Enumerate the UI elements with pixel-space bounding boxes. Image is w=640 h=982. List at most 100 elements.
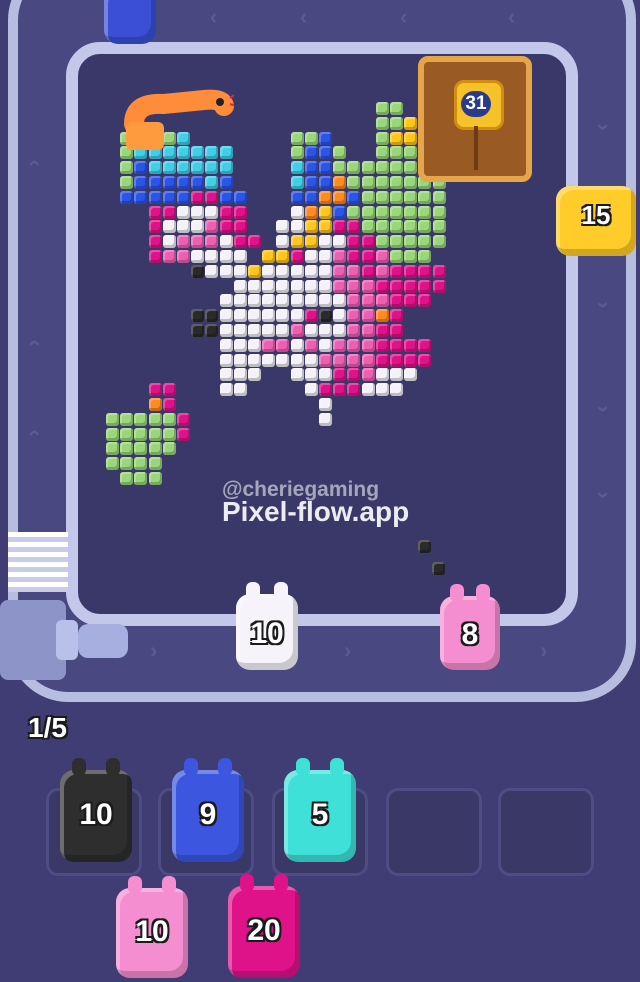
black-pig-queued[interactable]: 10 — [60, 758, 132, 862]
pixel-block — [162, 161, 176, 175]
pixel-block — [248, 279, 261, 293]
blue-shooter-top[interactable] — [104, 0, 156, 44]
pixel-block — [248, 235, 261, 249]
pixel-block — [262, 279, 276, 293]
pixel-block — [418, 235, 432, 249]
pixel-block — [347, 353, 361, 367]
pixel-block — [148, 190, 162, 204]
pixel-block — [205, 264, 219, 278]
pixel-block — [319, 412, 332, 426]
pixel-block — [333, 324, 347, 337]
pixel-block — [177, 190, 190, 204]
pixel-block — [432, 562, 445, 575]
pixel-block — [233, 205, 247, 219]
pixel-block — [390, 383, 403, 397]
pixel-block — [404, 338, 418, 352]
pixel-block — [404, 294, 418, 308]
pixel-block — [191, 235, 205, 249]
pixel-block — [233, 309, 247, 323]
pixel-block — [361, 235, 375, 249]
pixel-block — [319, 264, 332, 278]
chevron-left-icon: ‹ — [210, 4, 218, 29]
pixel-block — [361, 161, 375, 175]
pixel-block — [177, 205, 190, 219]
chevron-up-icon: ‹ — [588, 123, 614, 131]
pixel-block — [290, 338, 304, 352]
pixel-block — [219, 264, 233, 278]
pixel-block — [347, 161, 361, 175]
pixel-block — [333, 161, 347, 175]
pixel-block — [233, 294, 247, 308]
pixel-block — [219, 220, 233, 234]
pixel-block — [333, 264, 347, 278]
pixel-block — [148, 176, 162, 189]
pixel-block — [248, 324, 261, 337]
pixel-block — [177, 412, 190, 426]
pixel-block — [290, 324, 304, 337]
pixel-block — [347, 368, 361, 382]
pixel-block — [120, 161, 134, 175]
pixel-block — [148, 383, 162, 397]
locked-chest[interactable]: 31 — [418, 56, 532, 182]
pixel-block — [390, 190, 403, 204]
pixel-block — [276, 338, 290, 352]
pixel-block — [162, 205, 176, 219]
pixel-block — [319, 279, 332, 293]
pixel-block — [304, 324, 318, 337]
pixel-block — [361, 250, 375, 263]
pixel-block — [205, 205, 219, 219]
pixel-block — [120, 427, 134, 441]
pink-shooter-belt[interactable]: 8 — [440, 584, 500, 670]
blue-pig-queued[interactable]: 9 — [172, 758, 244, 862]
pixel-block — [290, 294, 304, 308]
pixel-block — [276, 220, 290, 234]
pixel-block — [304, 146, 318, 160]
pixel-block — [375, 102, 389, 115]
pixel-block — [262, 324, 276, 337]
pixel-block — [375, 176, 389, 189]
cyan-pig-queued[interactable]: 5 — [284, 758, 356, 862]
pixel-block — [375, 205, 389, 219]
pixel-block — [233, 338, 247, 352]
pixel-block — [304, 190, 318, 204]
pixel-block — [219, 309, 233, 323]
pixel-block — [219, 205, 233, 219]
pixel-block — [404, 146, 418, 160]
pixel-block — [219, 353, 233, 367]
chest-count: 31 — [461, 91, 491, 117]
pixel-block — [361, 264, 375, 278]
yellow-shooter-right[interactable]: 15 — [556, 186, 636, 256]
pixel-block — [262, 264, 276, 278]
pixel-block — [177, 250, 190, 263]
pixel-block — [134, 161, 148, 175]
chevron-up-icon: ‹ — [588, 491, 614, 499]
pixel-block — [319, 146, 332, 160]
pixel-block — [191, 220, 205, 234]
pixel-block — [290, 161, 304, 175]
pixel-block — [390, 220, 403, 234]
shooter-count: 8 — [461, 618, 479, 652]
pixel-block — [404, 190, 418, 204]
pixel-block — [162, 398, 176, 411]
queue-slot-empty[interactable] — [386, 788, 482, 876]
pixel-block — [361, 220, 375, 234]
pixel-block — [375, 338, 389, 352]
pixel-block — [390, 324, 403, 337]
queue-slot-empty[interactable] — [498, 788, 594, 876]
white-shooter-belt[interactable]: 10 — [236, 582, 298, 670]
pixel-block — [177, 176, 190, 189]
pixel-block — [319, 309, 332, 323]
pixel-block — [347, 235, 361, 249]
pixel-block — [290, 131, 304, 145]
magenta-pig-reserve[interactable]: 20 — [228, 874, 300, 978]
pixel-block — [134, 472, 148, 485]
pixel-block — [390, 146, 403, 160]
pixel-block — [205, 220, 219, 234]
pink-pig-reserve[interactable]: 10 — [116, 876, 188, 978]
pixel-block — [390, 309, 403, 323]
pixel-block — [375, 190, 389, 204]
pixel-block — [333, 220, 347, 234]
pixel-block — [333, 338, 347, 352]
pixel-block — [219, 368, 233, 382]
pixel-block — [333, 235, 347, 249]
